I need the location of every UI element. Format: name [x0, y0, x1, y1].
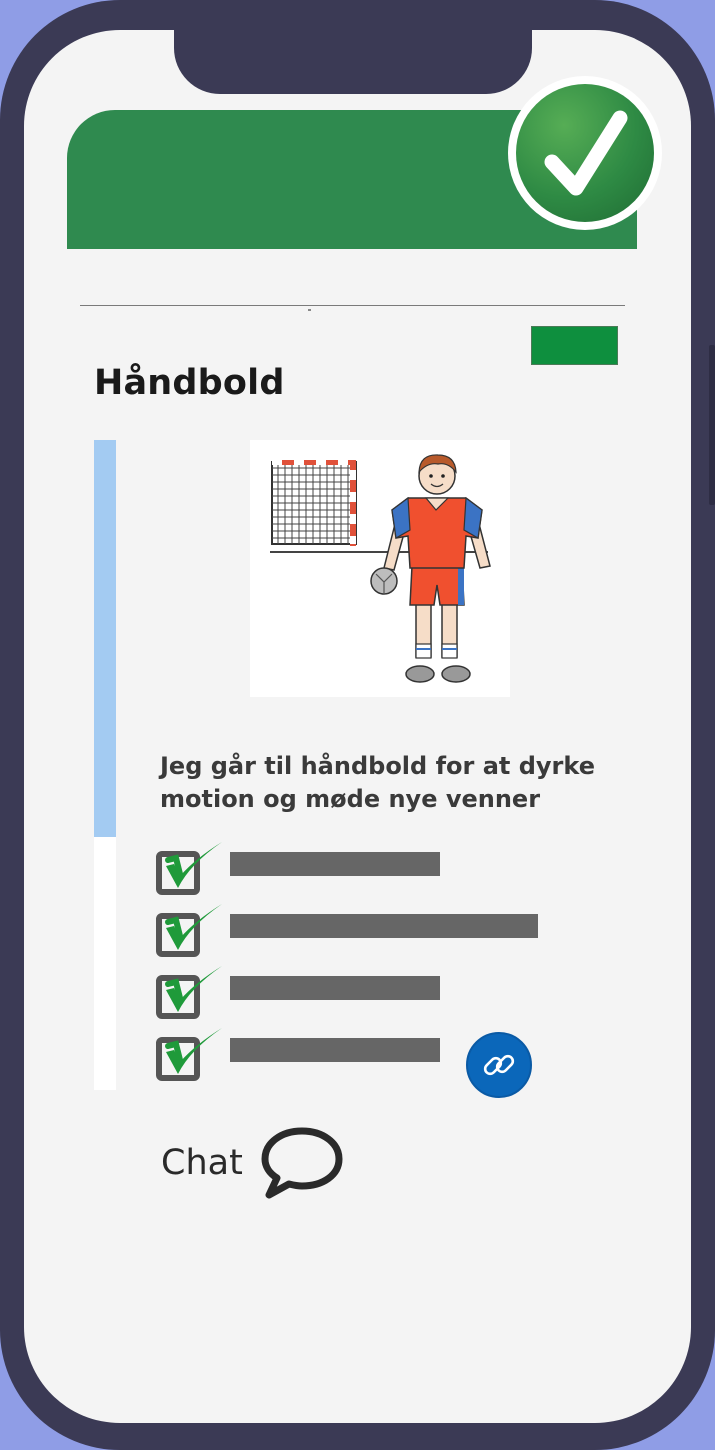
progress-fill [94, 440, 116, 837]
task-label-placeholder [230, 1038, 440, 1062]
progress-track [94, 440, 116, 1090]
chat-button[interactable]: Chat [161, 1125, 361, 1205]
checkbox-checked-icon[interactable] [156, 838, 226, 898]
status-chip[interactable] [531, 326, 618, 365]
task-row [156, 962, 596, 1022]
checkbox-checked-icon[interactable] [156, 962, 226, 1022]
activity-description: Jeg går til håndbold for at dyrke motion… [160, 752, 595, 813]
task-row [156, 838, 596, 898]
checkmark-badge-icon [508, 76, 662, 230]
divider-marker [308, 309, 311, 311]
checkbox-checked-icon[interactable] [156, 900, 226, 960]
phone-frame: Håndbold Jeg går til håndbold for at dyr… [0, 0, 715, 1450]
task-row [156, 900, 596, 960]
notch [174, 30, 532, 94]
chat-label: Chat [161, 1143, 243, 1183]
handball-player-pictogram [270, 454, 491, 683]
screen: Håndbold Jeg går til håndbold for at dyr… [24, 30, 691, 1423]
task-label-placeholder [230, 852, 440, 876]
side-button [709, 345, 715, 505]
page-title: Håndbold [94, 363, 285, 403]
task-label-placeholder [230, 914, 538, 938]
speech-bubble-icon [261, 1127, 343, 1199]
link-icon [483, 1054, 515, 1076]
checkbox-checked-icon[interactable] [156, 1024, 226, 1084]
link-button[interactable] [466, 1032, 532, 1098]
task-label-placeholder [230, 976, 440, 1000]
divider [80, 305, 625, 306]
activity-picture [250, 440, 510, 697]
